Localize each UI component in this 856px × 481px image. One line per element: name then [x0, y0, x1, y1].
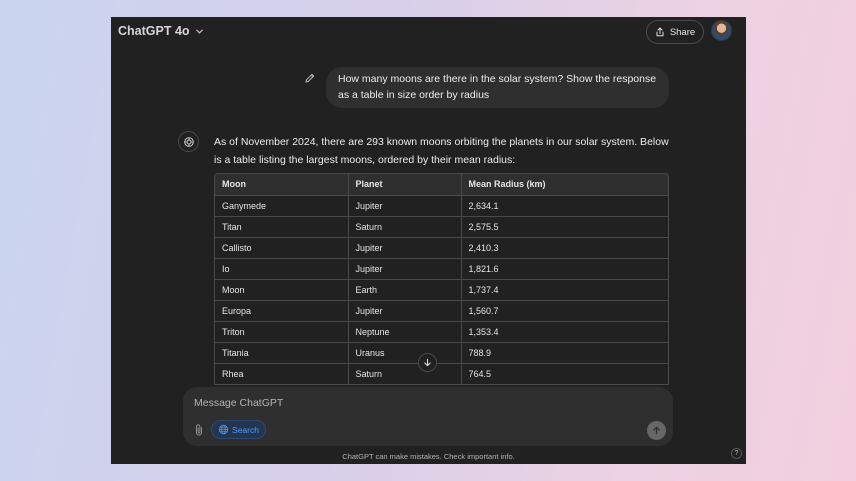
moons-table-container[interactable]: Moon Planet Mean Radius (km) Ganymede Jup…: [214, 173, 669, 385]
radius-cell: 2,410.3: [461, 237, 668, 259]
moon-cell: Moon: [215, 279, 349, 301]
assistant-intro: As of November 2024, there are 293 known…: [214, 136, 669, 166]
moon-cell: Triton: [215, 321, 349, 343]
table-header-row: Moon Planet Mean Radius (km): [215, 174, 668, 196]
message-input[interactable]: [194, 396, 624, 410]
table-row: Ganymede Jupiter 2,634.1: [215, 195, 668, 217]
moon-cell: Titan: [215, 216, 349, 238]
planet-cell: Jupiter: [348, 237, 462, 259]
table-row: Rhea Saturn 764.5: [215, 363, 668, 384]
scroll-to-bottom-button[interactable]: [418, 353, 437, 372]
moon-cell: Europa: [215, 300, 349, 322]
globe-icon: [218, 424, 229, 435]
disclaimer-text: ChatGPT can make mistakes. Check importa…: [342, 452, 515, 461]
share-button[interactable]: Share: [646, 20, 704, 44]
moon-cell: Callisto: [215, 237, 349, 259]
table-row: Europa Jupiter 1,560.7: [215, 300, 668, 322]
radius-cell: 764.5: [461, 363, 668, 384]
table-row: Callisto Jupiter 2,410.3: [215, 237, 668, 259]
column-header-planet: Planet: [348, 174, 462, 196]
moons-table: Moon Planet Mean Radius (km) Ganymede Jup…: [215, 174, 668, 384]
table-row: Moon Earth 1,737.4: [215, 279, 668, 301]
column-header-radius: Mean Radius (km): [461, 174, 668, 196]
table-row: Titan Saturn 2,575.5: [215, 216, 668, 238]
moon-cell: Ganymede: [215, 195, 349, 217]
model-selector[interactable]: ChatGPT 4o: [118, 24, 204, 38]
planet-cell: Earth: [348, 279, 462, 301]
radius-cell: 2,634.1: [461, 195, 668, 217]
avatar[interactable]: [711, 20, 732, 41]
edit-pencil-icon[interactable]: [304, 72, 316, 84]
search-label: Search: [232, 424, 259, 435]
radius-cell: 1,821.6: [461, 258, 668, 280]
planet-cell: Uranus: [348, 342, 462, 364]
table-row: Triton Neptune 1,353.4: [215, 321, 668, 343]
share-label: Share: [669, 26, 696, 38]
planet-cell: Jupiter: [348, 300, 462, 322]
arrow-down-icon: [424, 358, 431, 367]
planet-cell: Jupiter: [348, 195, 462, 217]
radius-cell: 1,737.4: [461, 279, 668, 301]
planet-cell: Saturn: [348, 216, 462, 238]
user-message: How many moons are there in the solar sy…: [326, 67, 669, 108]
arrow-up-icon: [653, 426, 660, 435]
paperclip-icon[interactable]: [193, 423, 205, 437]
planet-cell: Saturn: [348, 363, 462, 384]
top-bar: ChatGPT 4o Share: [111, 17, 746, 47]
model-label: ChatGPT 4o: [118, 24, 190, 38]
search-button[interactable]: Search: [211, 420, 266, 439]
send-button[interactable]: [647, 421, 666, 440]
radius-cell: 1,353.4: [461, 321, 668, 343]
message-composer: Search: [183, 387, 673, 446]
moon-cell: Io: [215, 258, 349, 280]
radius-cell: 2,575.5: [461, 216, 668, 238]
chat-window: ChatGPT 4o Share How many moons are ther…: [111, 17, 746, 464]
moon-cell: Titania: [215, 342, 349, 364]
planet-cell: Jupiter: [348, 258, 462, 280]
chatgpt-logo-icon: [178, 131, 199, 152]
table-row: Io Jupiter 1,821.6: [215, 258, 668, 280]
chevron-down-icon: [195, 29, 203, 34]
help-button[interactable]: ?: [731, 448, 742, 459]
radius-cell: 1,560.7: [461, 300, 668, 322]
radius-cell: 788.9: [461, 342, 668, 364]
share-icon: [656, 27, 664, 37]
column-header-moon: Moon: [215, 174, 349, 196]
moon-cell: Rhea: [215, 363, 349, 384]
planet-cell: Neptune: [348, 321, 462, 343]
table-row: Titania Uranus 788.9: [215, 342, 668, 364]
